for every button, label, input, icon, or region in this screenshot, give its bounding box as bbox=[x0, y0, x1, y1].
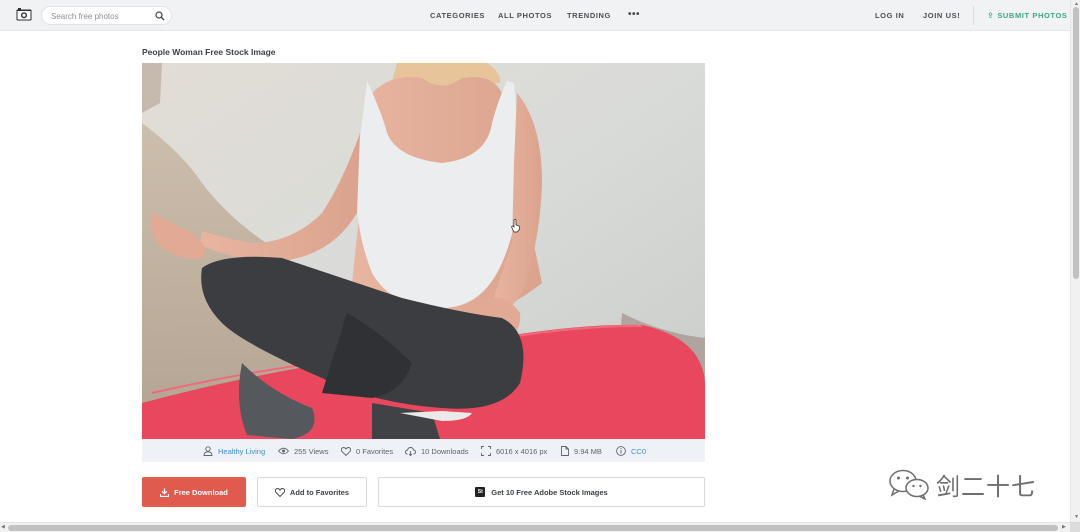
wechat-watermark: 剑二十七 bbox=[888, 466, 1036, 502]
meta-file-size: 9.94 MB bbox=[561, 446, 602, 456]
nav-trending[interactable]: TRENDING bbox=[567, 11, 611, 20]
heart-icon bbox=[274, 487, 285, 497]
more-menu-icon[interactable]: ••• bbox=[628, 9, 640, 20]
scrollbar-corner bbox=[1070, 522, 1080, 532]
meta-favorites: 0 Favorites bbox=[341, 446, 393, 456]
category-link[interactable]: Healthy Living bbox=[218, 447, 265, 456]
nav-categories[interactable]: CATEGORIES bbox=[430, 11, 485, 20]
favorites-count: 0 Favorites bbox=[356, 446, 394, 456]
photo-title: People Woman Free Stock Image bbox=[142, 47, 276, 57]
info-icon bbox=[616, 446, 626, 456]
free-download-label: Free Download bbox=[174, 487, 228, 497]
horizontal-scrollbar[interactable]: ◀ ▶ bbox=[0, 522, 1070, 532]
adobe-stock-icon: St bbox=[475, 487, 486, 497]
photo-metadata-bar: Healthy Living 255 Views 0 Favorites 10 … bbox=[142, 439, 705, 462]
login-link[interactable]: LOG IN bbox=[875, 11, 904, 20]
top-navigation-bar: CATEGORIES ALL PHOTOS TRENDING ••• LOG I… bbox=[0, 0, 1070, 31]
scroll-left-icon[interactable]: ◀ bbox=[1, 524, 5, 530]
stock-photo-image[interactable] bbox=[142, 63, 705, 439]
join-link[interactable]: JOIN US! bbox=[923, 11, 960, 20]
adobe-stock-label: Get 10 Free Adobe Stock Images bbox=[491, 487, 608, 497]
heart-icon bbox=[341, 446, 351, 456]
mouse-pointer-icon bbox=[511, 219, 520, 233]
submit-photos-link[interactable]: ⇪ SUBMIT PHOTOS bbox=[987, 11, 1067, 20]
views-count: 255 Views bbox=[294, 446, 329, 456]
meta-dimensions: 6016 x 4016 px bbox=[481, 446, 547, 456]
vertical-scrollbar[interactable]: ▲ ▼ bbox=[1070, 0, 1080, 532]
file-size-value: 9.94 MB bbox=[574, 446, 602, 456]
horizontal-scroll-thumb[interactable] bbox=[8, 525, 1058, 531]
meta-views: 255 Views bbox=[278, 446, 328, 456]
adobe-stock-button[interactable]: St Get 10 Free Adobe Stock Images bbox=[378, 477, 705, 507]
dimensions-value: 6016 x 4016 px bbox=[496, 446, 548, 456]
upload-icon: ⇪ bbox=[987, 11, 995, 20]
scroll-right-icon[interactable]: ▶ bbox=[1062, 524, 1066, 530]
meta-downloads: 10 Downloads bbox=[405, 446, 469, 456]
search-icon[interactable] bbox=[155, 11, 165, 21]
watermark-text: 剑二十七 bbox=[936, 472, 1036, 501]
search-input[interactable] bbox=[51, 10, 151, 22]
meta-license[interactable]: CC0 bbox=[616, 446, 646, 456]
camera-icon[interactable] bbox=[16, 8, 32, 21]
file-icon bbox=[561, 446, 569, 456]
user-icon bbox=[203, 446, 213, 456]
expand-icon bbox=[481, 446, 491, 456]
cloud-download-icon bbox=[405, 446, 416, 456]
nav-divider bbox=[973, 6, 974, 25]
nav-all-photos[interactable]: ALL PHOTOS bbox=[498, 11, 552, 20]
free-download-button[interactable]: Free Download bbox=[142, 477, 246, 507]
meta-category[interactable]: Healthy Living bbox=[203, 446, 265, 456]
download-icon bbox=[160, 488, 170, 497]
scroll-down-icon[interactable]: ▼ bbox=[1074, 514, 1079, 520]
eye-icon bbox=[278, 447, 289, 455]
search-box[interactable] bbox=[41, 6, 172, 25]
license-link[interactable]: CC0 bbox=[631, 447, 646, 456]
wechat-icon bbox=[889, 469, 929, 500]
submit-photos-label: SUBMIT PHOTOS bbox=[997, 11, 1068, 20]
add-to-favorites-label: Add to Favorites bbox=[289, 487, 350, 497]
vertical-scroll-thumb[interactable] bbox=[1073, 7, 1079, 279]
downloads-count: 10 Downloads bbox=[421, 446, 469, 456]
add-to-favorites-button[interactable]: Add to Favorites bbox=[257, 477, 367, 507]
